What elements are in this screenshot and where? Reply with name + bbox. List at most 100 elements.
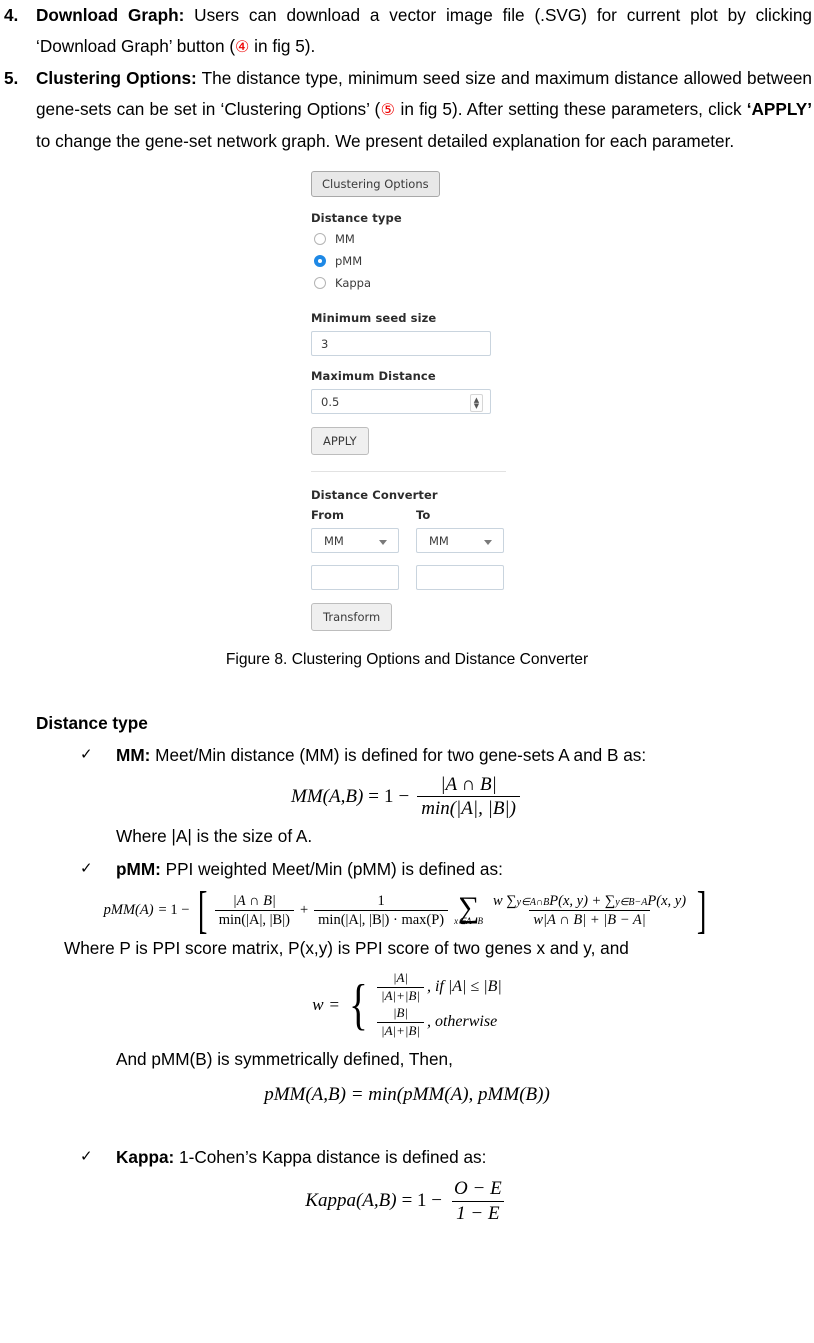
radio-pmm-label: pMM xyxy=(335,254,363,268)
list-bold-lead-4: Download Graph: xyxy=(36,5,185,25)
radio-option-kappa[interactable]: Kappa xyxy=(311,275,511,291)
to-label: To xyxy=(416,508,431,522)
equation-pmm-term3: w ∑y∈A∩BP(x, y) + ∑y∈B−AP(x, y) w|A ∩ B|… xyxy=(489,893,690,928)
equation-kappa-numerator: O − E xyxy=(454,1178,502,1200)
from-value-input[interactable] xyxy=(311,565,399,590)
maximum-distance-label: Maximum Distance xyxy=(311,369,436,383)
equation-mm-eq: = xyxy=(368,785,379,807)
equation-pmm-term3-num: w ∑y∈A∩BP(x, y) + ∑y∈B−AP(x, y) xyxy=(489,893,690,910)
equation-w-case-2: |B| |A|+|B| , otherwise xyxy=(374,1006,502,1038)
equation-w-case2-num: |B| xyxy=(392,1005,409,1021)
document-page: 4. Download Graph: Users can download a … xyxy=(0,0,814,1343)
bracket-right-icon: ] xyxy=(696,881,707,939)
equation-mm-one: 1 xyxy=(384,785,394,807)
apply-button[interactable]: APPLY xyxy=(311,427,369,455)
equation-pmm-term1: |A ∩ B| min(|A|, |B|) xyxy=(214,893,294,928)
list-body-5: Clustering Options: The distance type, m… xyxy=(36,63,814,157)
bullet-mm-text: MM: Meet/Min distance (MM) is defined fo… xyxy=(116,740,646,770)
equation-kappa-denominator: 1 − E xyxy=(452,1200,504,1224)
bullet-kappa: ✓ Kappa: 1-Cohen’s Kappa distance is def… xyxy=(80,1142,814,1172)
clustering-options-button[interactable]: Clustering Options xyxy=(311,171,440,197)
radio-kappa-icon[interactable] xyxy=(314,277,326,289)
term3-sum2-sub: y∈B−A xyxy=(615,896,648,908)
distance-type-label: Distance type xyxy=(311,211,402,225)
equation-pmm-term3-den: w|A ∩ B| + |B − A| xyxy=(529,909,650,928)
radio-option-pmm[interactable]: pMM xyxy=(311,253,511,269)
maximum-distance-value: 0.5 xyxy=(321,394,340,409)
radio-mm-icon[interactable] xyxy=(314,233,326,245)
from-label: From xyxy=(311,508,345,522)
figure-caption: Figure 8. Clustering Options and Distanc… xyxy=(225,651,589,668)
equation-kappa-fraction: O − E 1 − E xyxy=(450,1178,506,1224)
maximum-distance-input[interactable]: 0.5 ▲ ▼ xyxy=(311,389,491,414)
equation-w-case1-num: |A| xyxy=(392,970,409,986)
equation-pmm-term2-den: min(|A|, |B|) · max(P) xyxy=(314,909,449,928)
term3-pxy-a: P(x, y) + ∑ xyxy=(549,892,616,909)
panel-divider xyxy=(311,471,506,472)
to-value-input[interactable] xyxy=(416,565,504,590)
distance-converter-label: Distance Converter xyxy=(311,488,438,502)
converter-from-column: From MM xyxy=(311,508,399,603)
circled-number-4-icon: ④ xyxy=(235,39,250,56)
check-mark-icon: ✓ xyxy=(80,859,93,877)
equation-w-case1-cond: , if |A| ≤ |B| xyxy=(426,978,502,996)
list-bold-mid-5: ‘APPLY’ xyxy=(746,99,812,119)
chevron-down-icon xyxy=(379,540,387,545)
equation-w-case-1: |A| |A|+|B| , if |A| ≤ |B| xyxy=(374,971,502,1003)
converter-columns: From MM To MM xyxy=(311,508,511,603)
number-spinner-icon[interactable]: ▲ ▼ xyxy=(470,394,483,412)
to-select[interactable]: MM xyxy=(416,528,504,553)
equation-w-case2-fraction: |B| |A|+|B| xyxy=(377,1006,424,1038)
bullet-mm-bold: MM: xyxy=(116,745,151,765)
radio-option-mm[interactable]: MM xyxy=(311,231,511,247)
bullet-pmm-bold: pMM: xyxy=(116,858,161,879)
equation-mm-lhs: MM(A,B) xyxy=(291,785,364,807)
check-mark-icon: ✓ xyxy=(80,746,93,763)
figure-8: Clustering Options Distance type MM pMM … xyxy=(0,171,814,631)
list-text-4b: in fig 5). xyxy=(249,36,316,56)
to-select-value: MM xyxy=(429,533,449,548)
equation-w-case2-den: |A|+|B| xyxy=(377,1021,424,1039)
equation-pmm-ab: pMM(A,B) = min(pMM(A), pMM(B)) xyxy=(264,1084,550,1106)
equation-mm-minus: − xyxy=(398,785,410,807)
term3-pxy-b: P(x, y) xyxy=(647,892,687,909)
bullet-pmm: ✓ pMM: PPI weighted Meet/Min (pMM) is de… xyxy=(80,854,814,884)
transform-button[interactable]: Transform xyxy=(311,603,393,631)
equation-w-case1-fraction: |A| |A|+|B| xyxy=(377,971,424,1003)
summation-subscript: x∈A−B xyxy=(454,916,484,927)
radio-pmm-icon[interactable] xyxy=(314,255,326,267)
clustering-options-panel: Clustering Options Distance type MM pMM … xyxy=(311,171,511,631)
from-select-value: MM xyxy=(324,533,344,548)
radio-kappa-label: Kappa xyxy=(335,276,372,290)
chevron-down-icon xyxy=(484,540,492,545)
summation-icon: ∑ x∈A−B xyxy=(454,893,484,927)
equation-kappa-lhs: Kappa(A,B) xyxy=(305,1190,397,1212)
equation-w-eq: = xyxy=(329,994,340,1014)
bullet-mm-rest: Meet/Min distance (MM) is defined for tw… xyxy=(150,745,647,765)
bullet-kappa-bold: Kappa: xyxy=(116,1147,175,1168)
equation-w: w = { |A| |A|+|B| , if |A| ≤ |B| |B| |A|… xyxy=(0,971,814,1038)
term3-wsum: w ∑ xyxy=(493,892,517,909)
equation-pmm-term2: 1 min(|A|, |B|) · max(P) xyxy=(314,893,449,928)
minimum-seed-size-label: Minimum seed size xyxy=(311,311,437,325)
minimum-seed-size-input[interactable]: 3 xyxy=(311,331,491,356)
term3-wsum-sub: y∈A∩B xyxy=(516,896,550,908)
bracket-left-icon: [ xyxy=(198,881,208,939)
equation-mm-numerator: |A ∩ B| xyxy=(440,774,497,795)
bullet-kappa-text: Kappa: 1-Cohen’s Kappa distance is defin… xyxy=(116,1142,486,1172)
list-marker-4: 4. xyxy=(4,5,19,25)
equation-pmm: pMM(A) = 1 − [ |A ∩ B| min(|A|, |B|) + 1… xyxy=(0,881,814,939)
equation-mm: MM(A,B) = 1 − |A ∩ B| min(|A|, |B|) xyxy=(0,774,814,820)
equation-kappa: Kappa(A,B) = 1 − O − E 1 − E xyxy=(0,1178,814,1224)
list-text-5c: to change the gene-set network graph. We… xyxy=(36,131,735,151)
list-bold-lead-5: Clustering Options: xyxy=(36,68,197,88)
equation-mm-fraction: |A ∩ B| min(|A|, |B|) xyxy=(417,774,520,820)
list-item-4: 4. Download Graph: Users can download a … xyxy=(0,0,814,63)
equation-pmm-eq: = 1 − xyxy=(158,901,190,918)
from-select[interactable]: MM xyxy=(311,528,399,553)
note-mm: Where |A| is the size of A. xyxy=(116,825,313,846)
list-marker-5: 5. xyxy=(4,68,19,88)
equation-mm-denominator: min(|A|, |B|) xyxy=(417,796,520,819)
equation-w-case2-cond: , otherwise xyxy=(426,1013,498,1031)
equation-w-case1-den: |A|+|B| xyxy=(377,986,424,1004)
